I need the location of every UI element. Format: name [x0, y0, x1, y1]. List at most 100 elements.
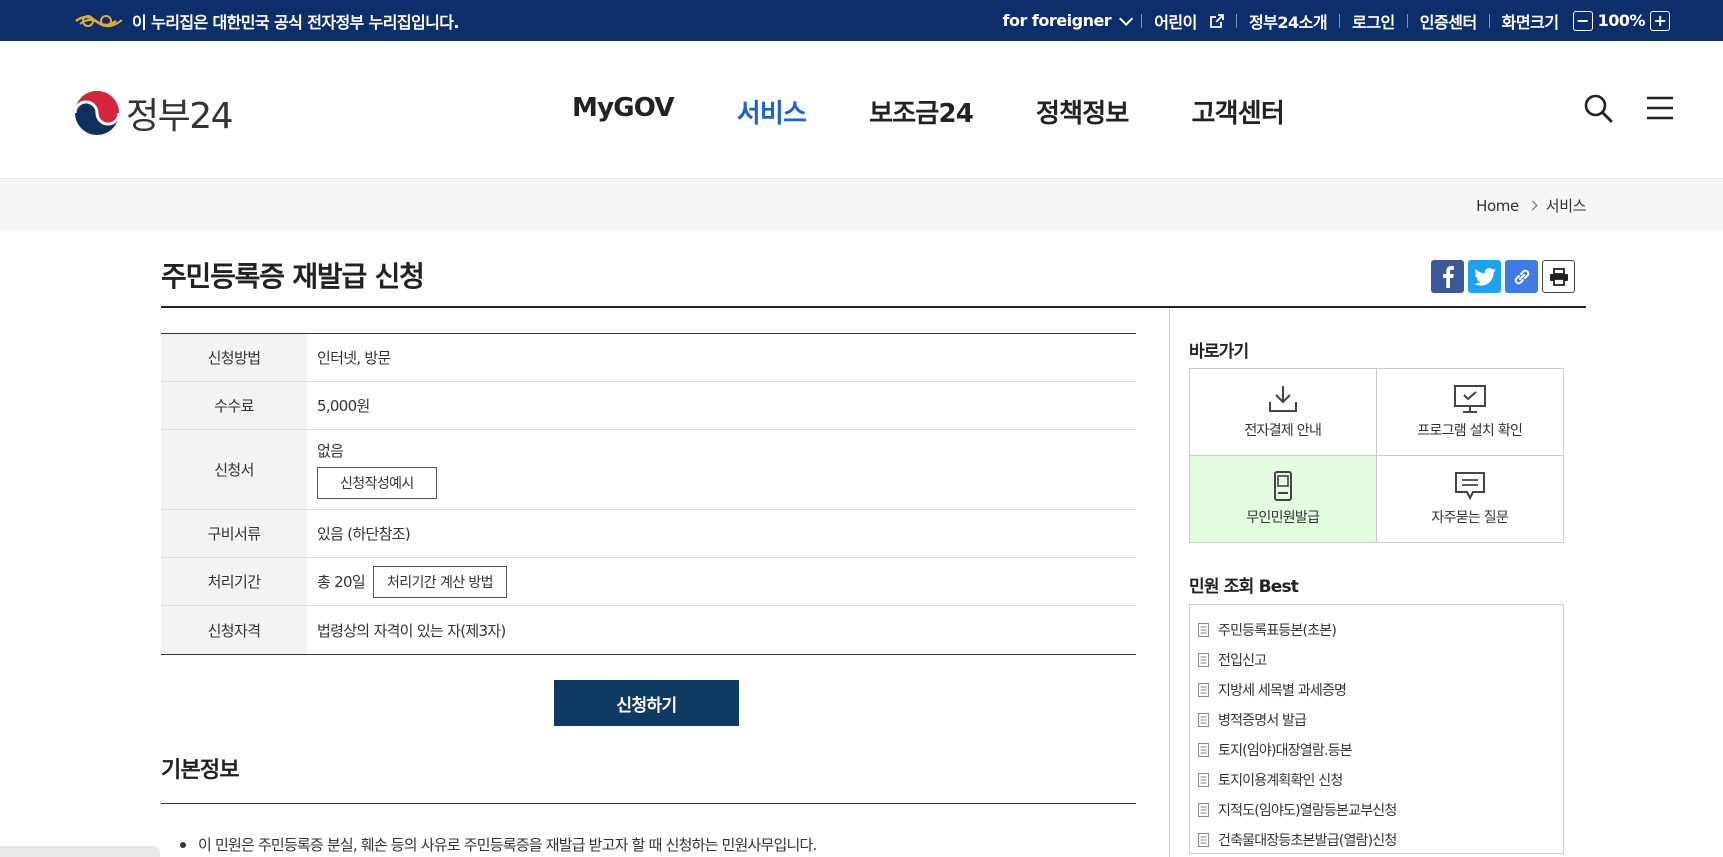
divider: [1141, 13, 1143, 28]
kids-label: 어린이: [1154, 12, 1197, 32]
best-item-label: 주민등록표등본(초본): [1218, 623, 1337, 639]
foreigner-label: for foreigner: [1002, 11, 1112, 30]
row-value: 없음: [317, 442, 344, 460]
nav-policy-info[interactable]: 정책정보: [1036, 93, 1129, 130]
external-link-icon: [1210, 13, 1224, 28]
zoom-level: 100%: [1597, 11, 1646, 30]
link-icon: [1514, 269, 1529, 284]
browser-status-tooltip: [0, 846, 160, 857]
quick-link-label: 전자결제 안내: [1244, 422, 1322, 439]
breadcrumb-band: Home 서비스: [0, 179, 1723, 229]
logo-text: 정부24: [126, 96, 234, 137]
row-value: 5,000원: [317, 397, 370, 415]
sidebar-divider: [1169, 308, 1170, 857]
zoom-out-button[interactable]: −: [1572, 10, 1593, 31]
twitter-share-button[interactable]: [1468, 260, 1501, 293]
about-link[interactable]: 정부24소개: [1249, 9, 1328, 33]
utility-menu: for foreigner 어린이 정부24소개 로그인 인증센터 화면크기 −…: [1003, 0, 1675, 41]
processing-period-calc-button[interactable]: 처리기간 계산 방법: [372, 565, 507, 598]
document-icon: [1198, 833, 1209, 847]
row-value: 총 20일: [317, 573, 366, 591]
quick-link-epayment[interactable]: 전자결제 안내: [1190, 369, 1377, 456]
quick-link-kiosk[interactable]: 무인민원발급: [1190, 455, 1377, 542]
chevron-right-icon: [1527, 200, 1538, 211]
best-services-list: 주민등록표등본(초본) 전입신고 지방세 세목별 과세증명 병적증명서 발급 토…: [1189, 604, 1564, 854]
site-header: 정부24 MyGOV 서비스 보조금24 정책정보 고객센터: [0, 41, 1723, 179]
quick-links-grid: 전자결제 안내 프로그램 설치 확인 무인민원발급 자주묻는 질문: [1189, 368, 1564, 543]
share-buttons: [1431, 260, 1575, 293]
table-row: 구비서류 있음 (하단참조): [161, 510, 1136, 558]
taegeuk-logo-icon: [74, 91, 120, 135]
row-value: 인터넷, 방문: [317, 349, 391, 367]
row-value-cell: 없음 신청작성예시: [307, 430, 1136, 509]
table-row: 신청방법 인터넷, 방문: [161, 334, 1136, 382]
quick-link-faq[interactable]: 자주묻는 질문: [1377, 456, 1564, 543]
header-actions: [1583, 93, 1675, 123]
breadcrumb-home[interactable]: Home: [1476, 197, 1519, 215]
row-label: 수수료: [161, 382, 307, 429]
login-link[interactable]: 로그인: [1352, 9, 1395, 33]
main-nav: MyGOV 서비스 보조금24 정책정보 고객센터: [572, 93, 1285, 130]
bullet-icon: [180, 841, 186, 848]
list-item: 이 민원은 주민등록증 분실, 훼손 등의 사유로 주민등록증을 재발급 받고자…: [180, 834, 817, 855]
row-value: 법령상의 자격이 있는 자(제3자): [317, 621, 506, 640]
document-icon: [1198, 803, 1209, 817]
facebook-share-button[interactable]: [1431, 260, 1464, 293]
search-icon[interactable]: [1583, 93, 1613, 123]
breadcrumb-current[interactable]: 서비스: [1546, 195, 1587, 216]
list-item[interactable]: 토지이용계획확인 신청: [1198, 765, 1555, 795]
best-item-label: 지방세 세목별 과세증명: [1218, 683, 1347, 699]
government-notice-bar: 이 누리집은 대한민국 공식 전자정부 누리집입니다. for foreigne…: [0, 0, 1723, 41]
nav-subsidy24[interactable]: 보조금24: [869, 93, 974, 130]
row-label: 구비서류: [161, 510, 307, 557]
gov-notice: 이 누리집은 대한민국 공식 전자정부 누리집입니다.: [74, 0, 459, 41]
copy-link-button[interactable]: [1505, 260, 1538, 293]
zoom-in-button[interactable]: +: [1650, 10, 1670, 31]
document-icon: [1198, 743, 1209, 757]
quick-link-program-check[interactable]: 프로그램 설치 확인: [1376, 369, 1563, 456]
quick-link-label: 프로그램 설치 확인: [1417, 422, 1523, 439]
download-icon: [1268, 385, 1297, 412]
screen-size-label: 화면크기: [1501, 12, 1559, 32]
quick-link-label: 무인민원발급: [1246, 509, 1320, 526]
best-item-label: 전입신고: [1218, 653, 1267, 669]
twitter-icon: [1473, 267, 1496, 286]
print-icon: [1549, 267, 1568, 286]
best-services-title: 민원 조회 Best: [1189, 577, 1299, 597]
print-button[interactable]: [1542, 260, 1575, 293]
gov-notice-text: 이 누리집은 대한민국 공식 전자정부 누리집입니다.: [132, 12, 459, 32]
kiosk-icon: [1273, 470, 1292, 501]
kids-link[interactable]: 어린이: [1154, 9, 1224, 33]
table-row: 신청서 없음 신청작성예시: [161, 430, 1136, 510]
list-item[interactable]: 지적도(임야도)열람등본교부신청: [1198, 795, 1555, 825]
document-icon: [1198, 683, 1209, 697]
list-item[interactable]: 토지(임야)대장열람.등본: [1198, 735, 1555, 765]
row-value: 있음 (하단참조): [317, 525, 411, 543]
list-item[interactable]: 병적증명서 발급: [1198, 705, 1555, 735]
apply-button[interactable]: 신청하기: [554, 680, 739, 726]
best-item-label: 지적도(임야도)열람등본교부신청: [1218, 803, 1397, 819]
title-divider: [161, 306, 1586, 308]
breadcrumb: Home 서비스: [1476, 195, 1586, 216]
nav-customer-center[interactable]: 고객센터: [1192, 93, 1285, 130]
quick-links-title: 바로가기: [1189, 342, 1249, 362]
divider: [1339, 13, 1341, 28]
site-logo[interactable]: 정부24: [74, 87, 234, 139]
menu-icon[interactable]: [1645, 93, 1675, 123]
nav-mygov[interactable]: MyGOV: [572, 93, 675, 130]
basic-info-title: 기본정보: [161, 758, 240, 783]
list-item[interactable]: 전입신고: [1198, 645, 1555, 675]
table-row: 수수료 5,000원: [161, 382, 1136, 430]
document-icon: [1198, 653, 1209, 667]
cert-center-link[interactable]: 인증센터: [1420, 9, 1477, 33]
table-row: 신청자격 법령상의 자격이 있는 자(제3자): [161, 606, 1136, 654]
list-item[interactable]: 지방세 세목별 과세증명: [1198, 675, 1555, 705]
list-item[interactable]: 건축물대장등초본발급(열람)신청: [1198, 825, 1555, 855]
foreigner-menu[interactable]: for foreigner: [1002, 11, 1134, 30]
application-example-button[interactable]: 신청작성예시: [317, 467, 437, 499]
list-item[interactable]: 주민등록표등본(초본): [1198, 615, 1555, 645]
best-item-label: 병적증명서 발급: [1218, 713, 1307, 729]
nav-services[interactable]: 서비스: [737, 93, 807, 130]
row-label: 신청방법: [161, 334, 307, 381]
divider: [1488, 13, 1490, 28]
